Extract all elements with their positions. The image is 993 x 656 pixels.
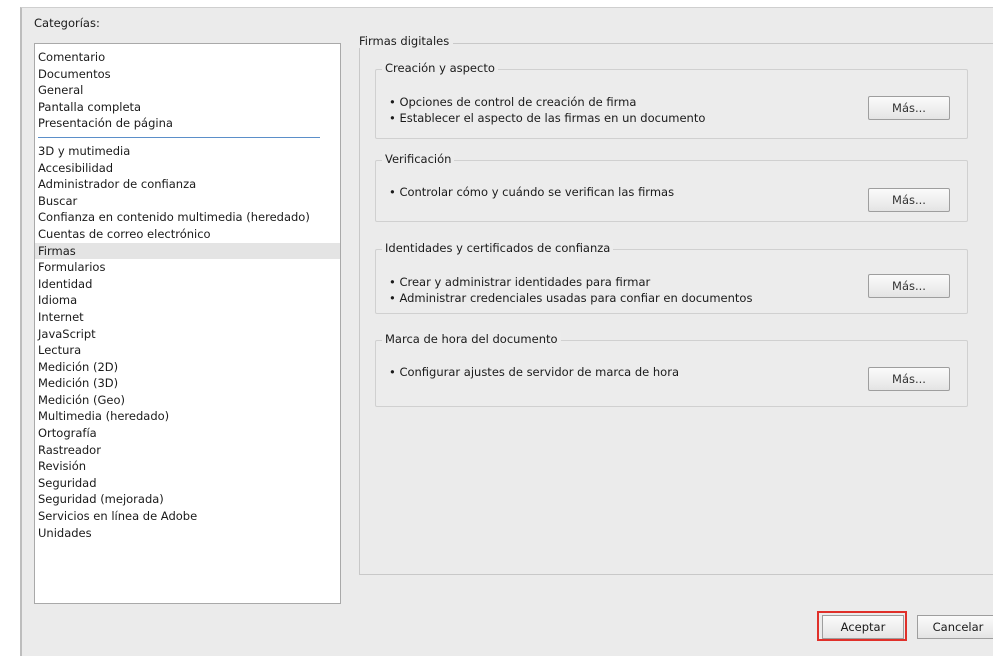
categories-label: Categorías: (34, 16, 100, 30)
bullet-text: • Establecer el aspecto de las firmas en… (389, 111, 706, 125)
category-item[interactable]: Documentos (35, 66, 340, 83)
accept-button[interactable]: Aceptar (822, 615, 904, 639)
more-button-timestamp[interactable]: Más... (868, 367, 950, 391)
category-item[interactable]: Seguridad (mejorada) (35, 491, 340, 508)
category-item[interactable]: 3D y mutimedia (35, 143, 340, 160)
category-item[interactable]: Medición (2D) (35, 359, 340, 376)
cancel-button[interactable]: Cancelar (917, 615, 993, 639)
bullet-text: • Crear y administrar identidades para f… (389, 275, 651, 289)
category-item[interactable]: Seguridad (35, 475, 340, 492)
category-item[interactable]: Administrador de confianza (35, 176, 340, 193)
group-verification: Verificación • Controlar cómo y cuándo s… (375, 152, 968, 222)
category-item[interactable]: Multimedia (heredado) (35, 408, 340, 425)
category-item[interactable]: Formularios (35, 259, 340, 276)
group-identities-certificates: Identidades y certificados de confianza … (375, 241, 968, 314)
category-item[interactable]: Presentación de página (35, 115, 340, 132)
group-title: Identidades y certificados de confianza (382, 241, 614, 255)
category-item[interactable]: Unidades (35, 525, 340, 542)
bullet-text: • Configurar ajustes de servidor de marc… (389, 365, 679, 379)
category-item[interactable]: Accesibilidad (35, 160, 340, 177)
category-item[interactable]: Lectura (35, 342, 340, 359)
category-item[interactable]: Confianza en contenido multimedia (hered… (35, 209, 340, 226)
category-item[interactable]: Internet (35, 309, 340, 326)
group-creation-appearance: Creación y aspecto • Opciones de control… (375, 61, 968, 139)
categories-list[interactable]: Comentario Documentos General Pantalla comp… (34, 43, 341, 604)
more-button-verification[interactable]: Más... (868, 188, 950, 212)
category-item[interactable]: Medición (3D) (35, 375, 340, 392)
panel-title: Firmas digitales (359, 34, 454, 48)
category-item[interactable]: Rastreador (35, 442, 340, 459)
category-item[interactable]: Cuentas de correo electrónico (35, 226, 340, 243)
category-item[interactable]: Servicios en línea de Adobe (35, 508, 340, 525)
category-item[interactable]: Pantalla completa (35, 99, 340, 116)
category-item[interactable]: Idioma (35, 292, 340, 309)
more-button-creation[interactable]: Más... (868, 96, 950, 120)
category-item[interactable]: Comentario (35, 49, 340, 66)
category-item[interactable]: General (35, 82, 340, 99)
bullet-text: • Controlar cómo y cuándo se verifican l… (389, 185, 675, 199)
more-button-identities[interactable]: Más... (868, 274, 950, 298)
group-title: Marca de hora del documento (382, 332, 561, 346)
category-item[interactable]: JavaScript (35, 326, 340, 343)
category-item[interactable]: Identidad (35, 276, 340, 293)
category-separator (38, 136, 320, 138)
category-item[interactable]: Buscar (35, 193, 340, 210)
category-item[interactable]: Firmas (35, 242, 340, 260)
group-title: Verificación (382, 152, 455, 166)
category-item[interactable]: Medición (Geo) (35, 392, 340, 409)
bullet-text: • Opciones de control de creación de fir… (389, 95, 637, 109)
category-item[interactable]: Revisión (35, 458, 340, 475)
category-item[interactable]: Ortografía (35, 425, 340, 442)
bullet-text: • Administrar credenciales usadas para c… (389, 291, 753, 305)
group-title: Creación y aspecto (382, 61, 498, 75)
group-timestamp: Marca de hora del documento • Configurar… (375, 332, 968, 407)
preferences-dialog: Categorías: Comentario Documentos General P… (20, 7, 993, 656)
